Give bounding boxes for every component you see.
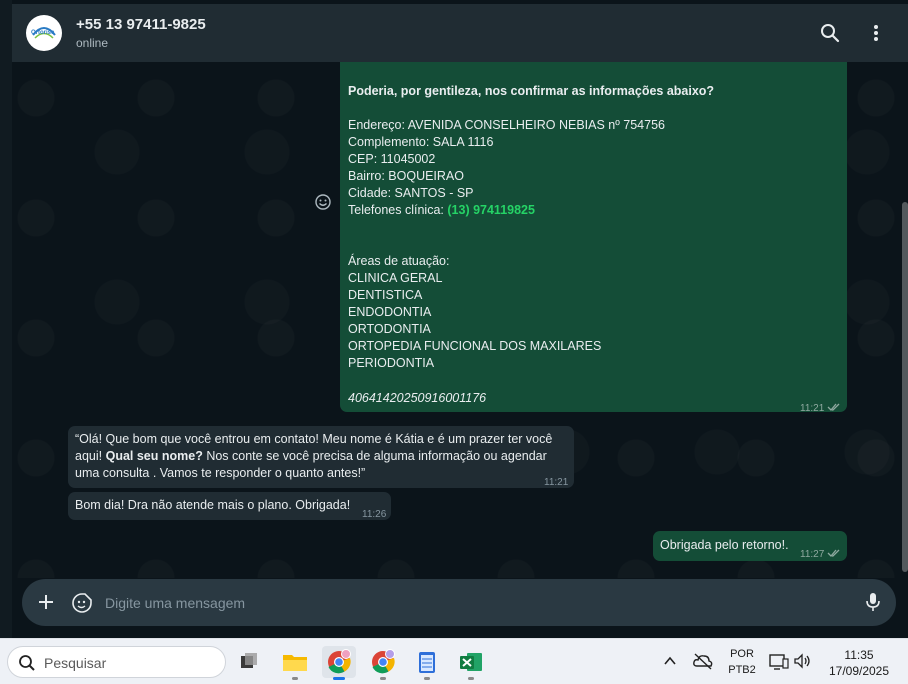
chat-header[interactable]: Ortorise +55 13 97411-9825 online (12, 4, 908, 62)
chat-area[interactable]: Poderia, por gentileza, nos confirmar as… (12, 62, 908, 578)
area-item: ORTOPEDIA FUNCIONAL DOS MAXILARES (348, 339, 602, 353)
telefones-link[interactable]: (13) 974119825 (447, 203, 535, 217)
thanks-text: Obrigada pelo retorno!. (660, 538, 789, 552)
message-input[interactable]: Digite uma mensagem (105, 595, 245, 611)
cloud-offline-icon[interactable] (692, 651, 714, 676)
clock-time[interactable]: 11:35 (822, 648, 896, 662)
keyboard-layout[interactable]: PTB2 (722, 664, 762, 676)
message-areas-label: Áreas de atuação: (348, 254, 450, 268)
chrome-profile-2-icon[interactable] (366, 646, 400, 678)
attach-plus-icon[interactable] (36, 592, 56, 617)
running-indicator (292, 677, 298, 680)
contact-status: online (76, 36, 109, 50)
outgoing-message-confirmation[interactable]: Poderia, por gentileza, nos confirmar as… (340, 62, 847, 414)
running-indicator (468, 677, 474, 680)
message-time: 11:21 (544, 477, 569, 488)
react-emoji-icon[interactable] (314, 193, 332, 211)
area-item: ENDODONTIA (348, 305, 432, 319)
contact-avatar[interactable]: Ortorise (26, 15, 62, 51)
network-icon[interactable] (768, 651, 790, 676)
message-cep: CEP: 11045002 (348, 152, 436, 166)
running-indicator (380, 677, 386, 680)
contact-name[interactable]: +55 13 97411-9825 (76, 16, 206, 33)
message-cidade: Cidade: SANTOS - SP (348, 186, 474, 200)
outgoing-message-thanks[interactable]: Obrigada pelo retorno!. 11:27 (653, 531, 847, 561)
running-indicator (424, 677, 430, 680)
excel-icon[interactable] (454, 646, 488, 678)
search-icon[interactable] (819, 22, 841, 44)
message-composer[interactable]: Digite uma mensagem (22, 579, 896, 626)
message-time: 11:26 (362, 509, 387, 520)
message-question: Poderia, por gentileza, nos confirmar as… (348, 84, 715, 98)
area-item: DENTISTICA (348, 288, 423, 302)
area-item: CLINICA GERAL (348, 271, 443, 285)
search-icon (18, 654, 36, 677)
greeting-line-1: “Olá! Que bom que você entrou em contato… (75, 432, 553, 446)
incoming-message-greeting[interactable]: “Olá! Que bom que você entrou em contato… (68, 426, 574, 488)
microphone-icon[interactable] (864, 591, 882, 618)
greeting-line-3: uma consulta . Vamos te responder o quan… (75, 466, 366, 480)
menu-kebab-icon[interactable] (865, 22, 887, 44)
file-explorer-icon[interactable] (278, 646, 312, 678)
chevron-up-icon[interactable] (662, 653, 678, 674)
area-item: PERIODONTIA (348, 356, 435, 370)
reply-text: Bom dia! Dra não atende mais o plano. Ob… (75, 498, 351, 512)
read-ticks-icon (827, 546, 841, 563)
window-left-edge (0, 0, 12, 638)
notepad-icon[interactable] (410, 646, 444, 678)
greeting-line-2-prefix: aqui! (75, 449, 106, 463)
sticker-emoji-icon[interactable] (71, 592, 93, 619)
message-complemento: Complemento: SALA 1116 (348, 135, 494, 149)
active-indicator (333, 677, 345, 680)
greeting-line-2-suffix: Nos conte se você precisa de alguma info… (202, 449, 547, 463)
chrome-profile-1-icon[interactable] (322, 646, 356, 678)
volume-icon[interactable] (792, 651, 812, 676)
message-time: 11:21 (800, 403, 825, 414)
incoming-message-reply[interactable]: Bom dia! Dra não atende mais o plano. Ob… (68, 492, 391, 520)
language-indicator[interactable]: POR (722, 648, 762, 660)
telefones-label: Telefones clínica: (348, 203, 444, 217)
taskbar-search[interactable]: Pesquisar (7, 646, 226, 678)
task-view-icon[interactable] (232, 646, 266, 678)
message-endereco: Endereço: AVENIDA CONSELHEIRO NEBIAS nº … (348, 118, 665, 132)
area-item: ORTODONTIA (348, 322, 431, 336)
whatsapp-window: Ortorise +55 13 97411-9825 online Poderi… (0, 0, 908, 638)
clock-date[interactable]: 17/09/2025 (822, 664, 896, 678)
windows-taskbar: Pesquisar POR PTB2 11:35 17/09/2025 (0, 638, 908, 684)
chat-scrollbar[interactable] (902, 202, 908, 572)
message-code: 40641420250916001176 (348, 391, 487, 405)
message-bairro: Bairro: BOQUEIRAO (348, 169, 464, 183)
search-placeholder: Pesquisar (44, 655, 107, 671)
message-time: 11:27 (800, 549, 825, 560)
read-ticks-icon (827, 400, 841, 417)
greeting-line-2: aqui! Qual seu nome? Nos conte se você p… (75, 448, 547, 465)
avatar-logo-text: Ortorise (31, 30, 55, 36)
greeting-line-2-bold: Qual seu nome? (105, 449, 203, 463)
message-telefones: Telefones clínica: (13) 974119825 (348, 202, 535, 219)
